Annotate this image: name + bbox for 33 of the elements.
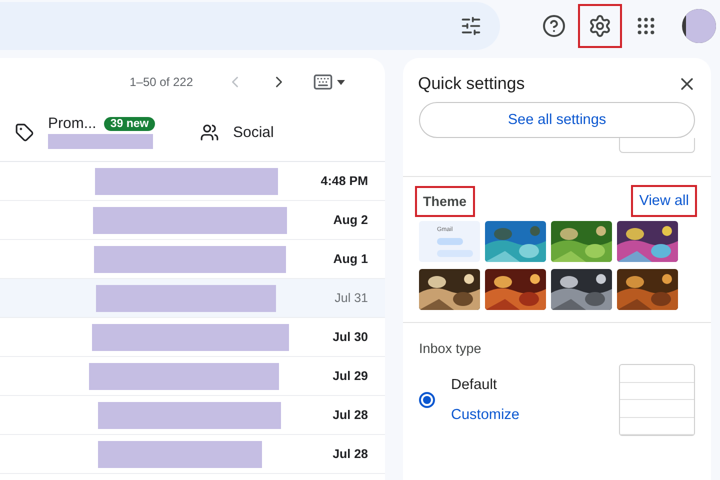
email-date: Jul 29 — [332, 369, 368, 383]
see-all-settings-button[interactable]: See all settings — [419, 102, 695, 138]
people-icon — [200, 122, 219, 142]
tab-label: Prom... — [48, 115, 96, 132]
email-date: Jul 28 — [332, 447, 368, 461]
option-label: Default — [451, 377, 498, 393]
help-icon[interactable] — [542, 14, 566, 38]
section-title: Theme — [417, 188, 473, 214]
tag-icon — [15, 122, 34, 142]
email-date: Aug 2 — [333, 213, 368, 227]
email-date: Aug 1 — [333, 252, 368, 266]
caret-icon[interactable] — [337, 80, 345, 84]
email-row[interactable]: Jul 31 — [0, 279, 385, 318]
filter-icon[interactable] — [460, 15, 482, 37]
email-date: Jul 31 — [334, 291, 368, 305]
panel-title: Quick settings — [418, 74, 525, 94]
settings-icon[interactable] — [588, 14, 612, 38]
category-tab[interactable]: Prom... 39 new — [0, 106, 185, 161]
category-tab[interactable]: Social — [185, 106, 385, 161]
keyboard-icon[interactable] — [313, 72, 333, 92]
new-count-badge: 39 new — [104, 116, 155, 130]
avatar[interactable] — [682, 9, 716, 43]
radio-button[interactable] — [419, 392, 435, 408]
email-date: 4:48 PM — [320, 174, 368, 188]
email-date: Jul 30 — [332, 330, 368, 344]
section-title: Inbox type — [418, 340, 482, 358]
customize-link[interactable]: Customize — [451, 407, 520, 423]
email-date: Jul 28 — [332, 408, 368, 422]
apps-grid-icon[interactable] — [635, 15, 657, 37]
settings-button[interactable] — [580, 6, 620, 46]
view-all-link[interactable]: View all — [633, 187, 695, 215]
tab-label: Social — [233, 124, 274, 140]
page-range: 1–50 of 222 — [130, 75, 193, 89]
